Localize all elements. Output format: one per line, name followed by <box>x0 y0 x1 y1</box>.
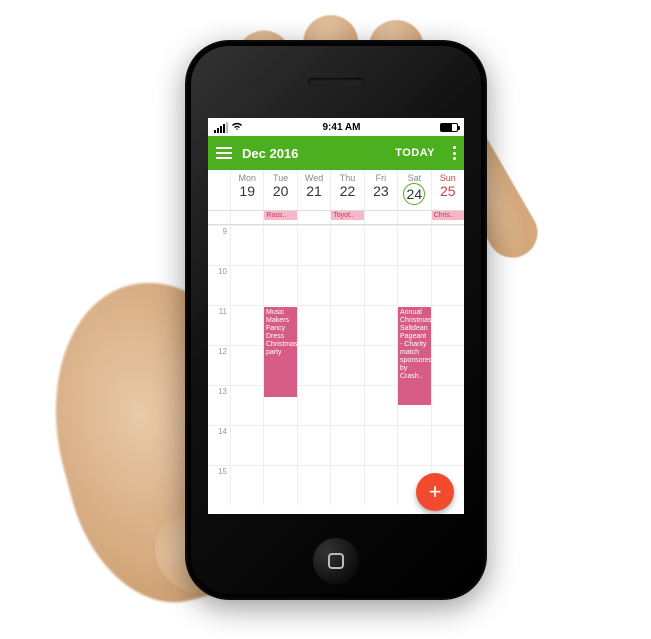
home-icon <box>328 553 344 569</box>
more-icon[interactable] <box>453 146 456 160</box>
hour-12: 12 <box>208 345 230 385</box>
add-event-fab[interactable]: + <box>416 473 454 511</box>
phone-frame: 9:41 AM Dec 2016 TODAY Mon19 Tue20 Wed21… <box>185 40 487 600</box>
date-20[interactable]: 20 <box>264 183 296 201</box>
dow-thu: Thu <box>331 173 363 183</box>
hour-11: 11 <box>208 305 230 345</box>
home-button[interactable] <box>313 538 359 584</box>
allday-event-thu[interactable]: Toyot.. <box>331 211 363 220</box>
hour-15: 15 <box>208 465 230 505</box>
signal-icon <box>214 122 228 133</box>
allday-event-tue[interactable]: Ross.. <box>264 211 296 220</box>
dow-mon: Mon <box>231 173 263 183</box>
status-bar: 9:41 AM <box>208 118 464 136</box>
date-23[interactable]: 23 <box>365 183 397 201</box>
hour-14: 14 <box>208 425 230 465</box>
event-annual-christmas[interactable]: Annual Christmas Saltdean Pageant - Char… <box>398 307 431 405</box>
date-24-today[interactable]: 24 <box>398 183 430 207</box>
week-header: Mon19 Tue20 Wed21 Thu22 Fri23 Sat24 Sun2… <box>208 170 464 211</box>
app-header: Dec 2016 TODAY <box>208 136 464 170</box>
status-time: 9:41 AM <box>323 122 361 133</box>
header-title[interactable]: Dec 2016 <box>242 146 298 161</box>
dow-sun: Sun <box>432 173 464 183</box>
dow-sat: Sat <box>398 173 430 183</box>
phone-screen: 9:41 AM Dec 2016 TODAY Mon19 Tue20 Wed21… <box>208 118 464 514</box>
wifi-icon <box>231 121 243 134</box>
dow-tue: Tue <box>264 173 296 183</box>
battery-icon <box>440 123 458 132</box>
date-21[interactable]: 21 <box>298 183 330 201</box>
menu-icon[interactable] <box>216 147 232 159</box>
event-music-makers[interactable]: Music Makers Fancy Dress Christmas party <box>264 307 297 397</box>
dow-wed: Wed <box>298 173 330 183</box>
hour-10: 10 <box>208 265 230 305</box>
allday-event-sun[interactable]: Chris.. <box>432 211 464 220</box>
allday-row: Ross.. Toyot.. Chris.. <box>208 211 464 225</box>
today-button[interactable]: TODAY <box>395 147 435 159</box>
date-22[interactable]: 22 <box>331 183 363 201</box>
time-grid[interactable]: 9 10 11 12 13 14 15 Music Makers Fancy D… <box>208 225 464 514</box>
phone-speaker <box>308 78 364 86</box>
date-19[interactable]: 19 <box>231 183 263 201</box>
hour-13: 13 <box>208 385 230 425</box>
hour-9: 9 <box>208 225 230 265</box>
plus-icon: + <box>429 479 442 505</box>
date-25[interactable]: 25 <box>432 183 464 201</box>
dow-fri: Fri <box>365 173 397 183</box>
